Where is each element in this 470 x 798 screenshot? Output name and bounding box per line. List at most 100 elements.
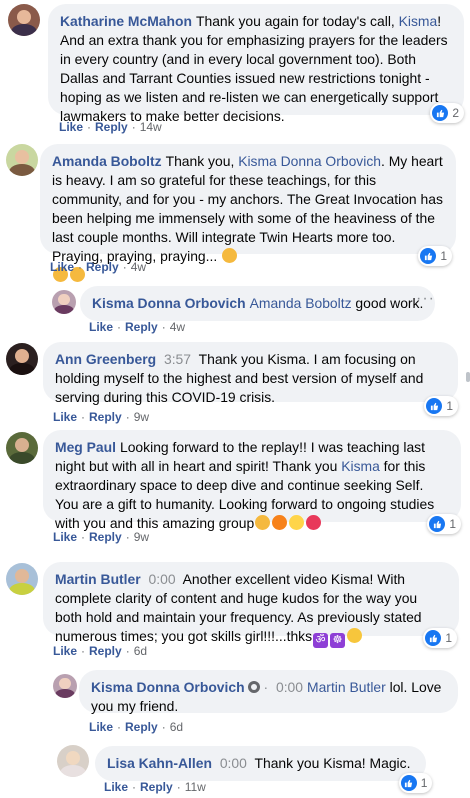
reply-bubble: Kisma Donna Orbovich · 0:00 Martin Butler… [79,670,458,714]
commenter-name[interactable]: Martin Butler [55,571,141,587]
reaction-count[interactable]: 2 [430,103,464,123]
commenter-name[interactable]: Meg Paul [55,439,116,455]
mention-link[interactable]: Kisma [341,458,380,474]
avatar[interactable] [53,674,77,698]
comment-time[interactable]: 9w [134,410,149,424]
comment-actions: Like · Reply · 6d [53,644,148,658]
reply-button[interactable]: Reply [89,644,122,658]
praying-hands-icon [255,515,271,530]
avatar[interactable] [6,432,38,464]
video-timestamp[interactable]: 0:00 [276,679,303,695]
sparkles-icon [289,515,305,530]
comment-time[interactable]: 14w [140,120,162,134]
video-timestamp[interactable]: 0:00 [220,755,247,771]
comment-time[interactable]: 11w [185,780,206,794]
comment-time[interactable]: 4w [131,260,146,274]
reply-bubble: Lisa Kahn-Allen 0:00 Thank you Kisma! Ma… [95,746,433,793]
video-timestamp[interactable]: 0:00 [149,571,176,587]
reply-kisma-1 [52,290,76,314]
comment-actions: Like · Reply · 4w [50,260,147,274]
comment-amanda [6,144,38,176]
om-symbol-icon: ॐ [313,633,329,648]
comment-bubble: Ann Greenberg 3:57 Thank you Kisma. I am… [43,342,458,416]
comment-text: Thank you Kisma! Magic. [254,755,411,771]
like-button[interactable]: Like [89,320,113,334]
comment-text: good work. [351,295,424,311]
video-timestamp[interactable]: 3:57 [164,351,191,367]
comment-text: Thank you, [165,153,239,169]
like-thumb-icon [420,248,437,264]
like-thumb-icon [400,775,417,791]
reply-button[interactable]: Reply [86,260,119,274]
praying-hands-icon [222,248,238,263]
comment-time[interactable]: 6d [134,644,147,658]
like-button[interactable]: Like [50,260,74,274]
comment-text: ! And an extra thank you for emphasizing… [60,13,448,124]
comment-time[interactable]: 4w [170,320,185,334]
like-button[interactable]: Like [59,120,83,134]
orange-heart-icon [272,515,288,530]
commenter-name[interactable]: Ann Greenberg [55,351,156,367]
reply-bubble: Kisma Donna Orbovich Amanda Boboltz good … [80,286,436,321]
mention-link[interactable]: Martin Butler [307,679,386,695]
more-dots-icon[interactable]: ··· [416,290,435,308]
reply-kisma-2 [53,674,77,698]
commenter-name[interactable]: Amanda Boboltz [52,153,162,169]
avatar[interactable] [6,144,38,176]
like-thumb-icon [426,398,443,414]
comment-actions: Like · Reply · 9w [53,530,150,544]
like-thumb-icon [432,105,449,121]
mention-link[interactable]: Kisma Donna Orbovich [238,153,381,169]
like-button[interactable]: Like [53,644,77,658]
like-thumb-icon [425,630,442,646]
reply-button[interactable]: Reply [95,120,128,134]
avatar[interactable] [8,4,40,36]
comment-actions: Like · Reply · 14w [59,120,162,134]
like-thumb-icon [429,516,446,532]
comment-meg [6,432,38,464]
like-button[interactable]: Like [53,410,77,424]
comment-time[interactable]: 9w [134,530,149,544]
verified-badge-icon [247,681,260,693]
comment-actions: Like · Reply · 4w [89,320,186,334]
comment-bubble: Meg Paul Looking forward to the replay!! … [43,430,461,534]
comment-bubble: Amanda Boboltz Thank you, Kisma Donna Orb… [40,144,456,282]
heart-icon [306,515,322,530]
reply-button[interactable]: Reply [89,410,122,424]
commenter-name[interactable]: Kisma Donna Orbovich [91,679,245,695]
reaction-count[interactable]: 1 [418,246,452,266]
reaction-count[interactable]: 1 [423,628,457,648]
avatar[interactable] [57,745,89,777]
reply-button[interactable]: Reply [125,720,158,734]
wheel-of-dharma-icon: ☸ [330,633,346,648]
reaction-count[interactable]: 1 [427,514,461,534]
comment-actions: Like · Reply · 11w [104,780,206,794]
comment-ann [6,343,38,375]
commenter-name[interactable]: Lisa Kahn-Allen [107,755,212,771]
comment-katharine [8,4,40,36]
scroll-indicator [466,372,470,382]
comment-text: . My heart is heavy. I am so grateful fo… [52,153,443,264]
mention-link[interactable]: Amanda Boboltz [250,295,352,311]
smiling-face-icon [347,628,363,643]
commenter-name[interactable]: Katharine McMahon [60,13,192,29]
avatar[interactable] [6,563,38,595]
mention-link[interactable]: Kisma [399,13,438,29]
reply-button[interactable]: Reply [125,320,158,334]
comment-text: Thank you again for today's call, [195,13,399,29]
like-button[interactable]: Like [104,780,128,794]
avatar[interactable] [52,290,76,314]
reply-lisa [57,745,89,777]
like-button[interactable]: Like [89,720,113,734]
reaction-count[interactable]: 1 [424,396,458,416]
like-button[interactable]: Like [53,530,77,544]
comment-time[interactable]: 6d [170,720,183,734]
reaction-count[interactable]: 1 [398,773,433,793]
avatar[interactable] [6,343,38,375]
comment-actions: Like · Reply · 6d [89,720,184,734]
reply-button[interactable]: Reply [140,780,173,794]
reply-button[interactable]: Reply [89,530,122,544]
commenter-name[interactable]: Kisma Donna Orbovich [92,295,246,311]
comment-bubble: Martin Butler 0:00 Another excellent vid… [43,562,459,648]
comment-bubble: Katharine McMahon Thank you again for tod… [48,4,464,124]
